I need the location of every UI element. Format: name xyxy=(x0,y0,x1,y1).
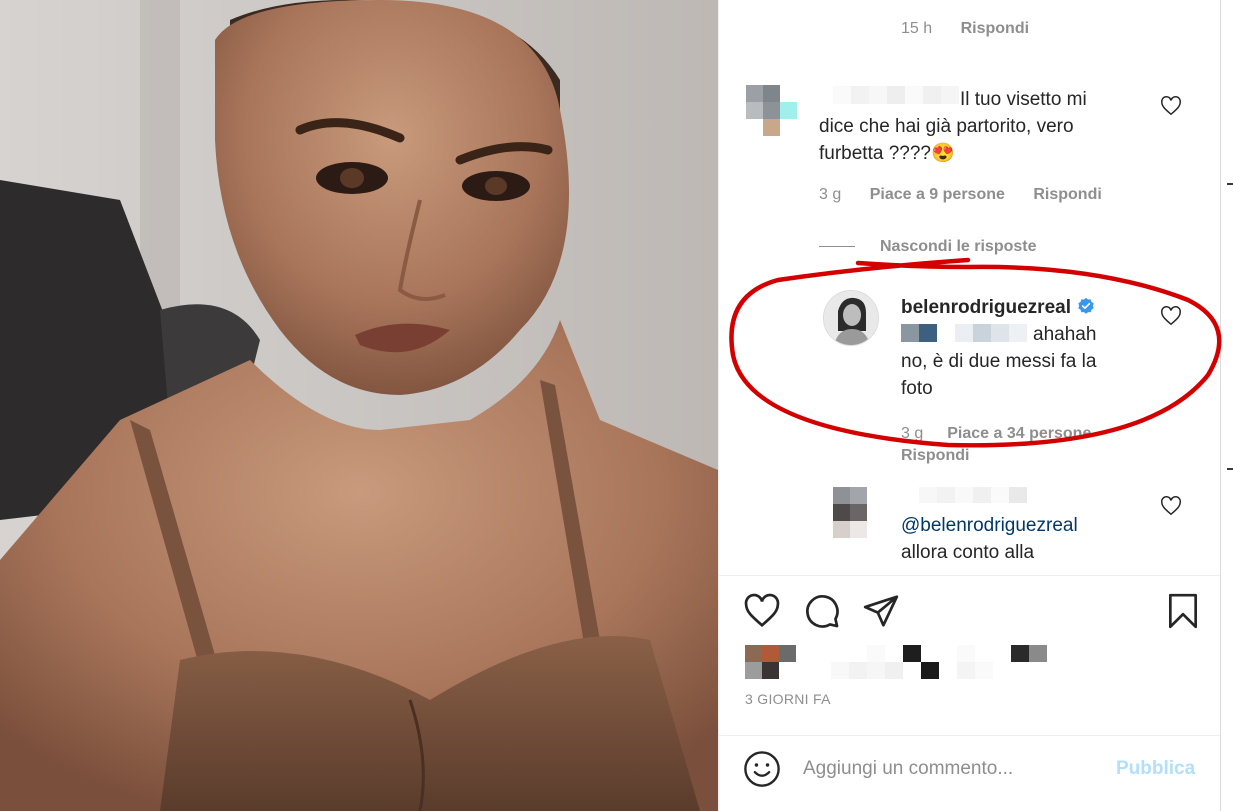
comment-line: Il tuo visetto mi xyxy=(960,89,1087,110)
liked-by-avatars[interactable] xyxy=(745,645,796,679)
comment-line: dice che hai già partorito, vero xyxy=(819,116,1074,137)
avatar[interactable] xyxy=(746,85,797,136)
verified-badge-icon xyxy=(1078,297,1094,314)
heart-icon[interactable] xyxy=(1160,305,1182,327)
avatar[interactable] xyxy=(823,290,879,346)
divider-line xyxy=(819,246,855,247)
hide-replies-button[interactable]: Nascondi le risposte xyxy=(880,238,1037,256)
publish-button[interactable]: Pubblica xyxy=(1116,758,1195,780)
reply-username[interactable]: belenrodriguezreal xyxy=(901,297,1071,318)
comment-time: 3 g xyxy=(819,186,842,203)
comment-list[interactable]: 15 h Rispondi Il tuo visetto mi dice che… xyxy=(719,0,1221,575)
reply-line: ahahah xyxy=(1033,324,1097,345)
reply-meta: 3 g Piace a 34 persone Rispondi xyxy=(901,423,1151,467)
prev-comment-meta: 15 h Rispondi xyxy=(901,20,1029,38)
comment-meta: 3 g Piace a 9 persone Rispondi xyxy=(819,186,1102,204)
comment-time: 15 h xyxy=(901,20,933,37)
paper-plane-icon[interactable] xyxy=(862,592,900,630)
emoji-icon[interactable] xyxy=(743,750,781,788)
add-comment-bar: Pubblica xyxy=(719,736,1221,811)
username-redacted xyxy=(901,487,1027,503)
reply-link[interactable]: Rispondi xyxy=(901,447,969,464)
post-time: 3 GIORNI FA xyxy=(745,691,831,707)
edge-mark xyxy=(1227,468,1233,470)
comments-panel: 15 h Rispondi Il tuo visetto mi dice che… xyxy=(718,0,1221,811)
reply-text: @belenrodriguezreal allora conto alla xyxy=(901,512,1161,566)
heart-icon[interactable] xyxy=(1160,495,1182,517)
mention-link[interactable]: @belenrodriguezreal xyxy=(901,512,1161,539)
bookmark-icon[interactable] xyxy=(1164,592,1202,630)
heart-icon[interactable] xyxy=(743,592,781,630)
reply-link[interactable]: Rispondi xyxy=(961,20,1029,37)
divider xyxy=(719,575,1221,576)
reply-line: no, è di due messi fa la xyxy=(901,351,1097,372)
reply-line: foto xyxy=(901,378,933,399)
liked-by-redacted xyxy=(831,645,1047,679)
mention-redacted xyxy=(901,324,1027,342)
edge-mark xyxy=(1227,183,1233,185)
likes-count[interactable]: Piace a 9 persone xyxy=(870,186,1005,203)
reply-text: belenrodriguezreal ahahah no, è di due m… xyxy=(901,294,1161,402)
comment-line: furbetta ????😍 xyxy=(819,143,955,164)
comment-time: 3 g xyxy=(901,425,924,442)
comment-icon[interactable] xyxy=(803,592,841,630)
comment-input[interactable] xyxy=(803,754,1103,784)
heart-icon[interactable] xyxy=(1160,95,1182,117)
comment-text: Il tuo visetto mi dice che hai già parto… xyxy=(819,86,1139,167)
post-photo xyxy=(0,0,718,811)
reply-line: allora conto alla xyxy=(901,542,1035,563)
reply-link[interactable]: Rispondi xyxy=(1033,186,1101,203)
window-edge xyxy=(1220,0,1233,811)
likes-count[interactable]: Piace a 34 persone xyxy=(947,425,1091,442)
avatar[interactable] xyxy=(833,487,867,538)
